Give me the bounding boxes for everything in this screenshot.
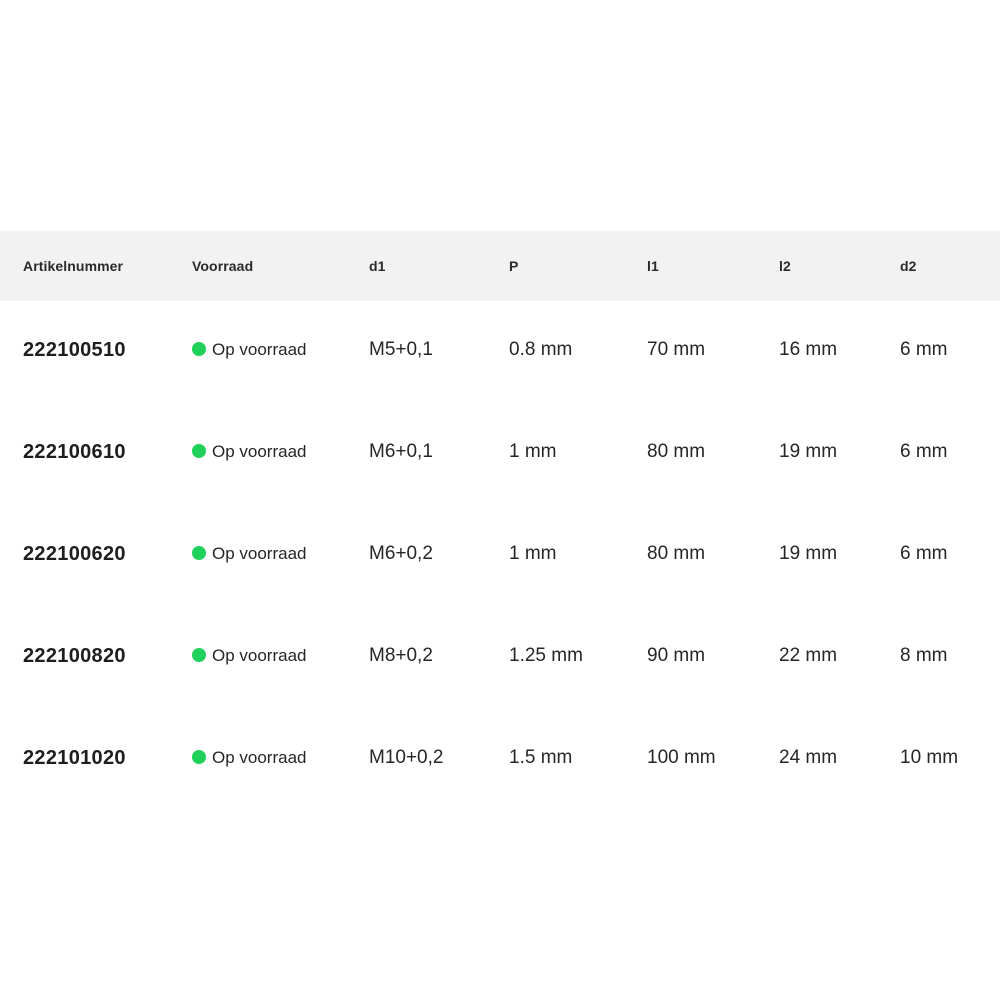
in-stock-dot-icon (192, 546, 206, 560)
d1-cell: M5+0,1 (369, 339, 433, 360)
d1-cell: M6+0,1 (369, 441, 433, 462)
artikelnummer-cell[interactable]: 222100510 (23, 299, 126, 401)
l2-cell: 19 mm (779, 441, 838, 462)
d1-cell: M10+0,2 (369, 747, 444, 768)
d1-cell: M6+0,2 (369, 543, 433, 564)
artikelnummer-cell[interactable]: 222100820 (23, 605, 126, 707)
l1-cell: 100 mm (647, 747, 716, 768)
voorraad-cell: Op voorraad (192, 299, 307, 401)
header-voorraad: Voorraad (192, 258, 254, 274)
product-variants-table: Artikelnummer Voorraad d1 P l1 l2 d2 222… (0, 231, 1000, 811)
l1-cell: 80 mm (647, 543, 706, 564)
l2-cell: 24 mm (779, 747, 838, 768)
artikelnummer-cell[interactable]: 222101020 (23, 707, 126, 809)
table-row[interactable]: 222101020 Op voorraad M10+0,2 1.5 mm 100… (0, 709, 1000, 811)
d2-cell: 8 mm (900, 645, 948, 666)
artikelnummer-cell[interactable]: 222100610 (23, 401, 126, 503)
p-cell: 1 mm (509, 543, 557, 564)
d2-cell: 6 mm (900, 543, 948, 564)
l1-cell: 70 mm (647, 339, 706, 360)
l1-cell: 80 mm (647, 441, 706, 462)
voorraad-cell: Op voorraad (192, 503, 307, 605)
artikelnummer-cell[interactable]: 222100620 (23, 503, 126, 605)
d1-cell: M8+0,2 (369, 645, 433, 666)
voorraad-cell: Op voorraad (192, 605, 307, 707)
stock-status-label: Op voorraad (212, 748, 307, 767)
header-l2: l2 (779, 258, 791, 274)
header-p: P (509, 258, 519, 274)
table-row[interactable]: 222100820 Op voorraad M8+0,2 1.25 mm 90 … (0, 607, 1000, 709)
table-row[interactable]: 222100610 Op voorraad M6+0,1 1 mm 80 mm … (0, 403, 1000, 505)
in-stock-dot-icon (192, 342, 206, 356)
table-row[interactable]: 222100620 Op voorraad M6+0,2 1 mm 80 mm … (0, 505, 1000, 607)
p-cell: 1.25 mm (509, 645, 583, 666)
in-stock-dot-icon (192, 750, 206, 764)
header-artikelnummer: Artikelnummer (23, 258, 124, 274)
header-l1: l1 (647, 258, 659, 274)
header-d2: d2 (900, 258, 917, 274)
table-row[interactable]: 222100510 Op voorraad M5+0,1 0.8 mm 70 m… (0, 301, 1000, 403)
p-cell: 1.5 mm (509, 747, 573, 768)
d2-cell: 10 mm (900, 747, 959, 768)
table-header-row: Artikelnummer Voorraad d1 P l1 l2 d2 (0, 231, 1000, 301)
l2-cell: 22 mm (779, 645, 838, 666)
header-d1: d1 (369, 258, 386, 274)
p-cell: 0.8 mm (509, 339, 573, 360)
in-stock-dot-icon (192, 648, 206, 662)
stock-status-label: Op voorraad (212, 340, 307, 359)
stock-status-label: Op voorraad (212, 442, 307, 461)
voorraad-cell: Op voorraad (192, 401, 307, 503)
l1-cell: 90 mm (647, 645, 706, 666)
stock-status-label: Op voorraad (212, 544, 307, 563)
d2-cell: 6 mm (900, 441, 948, 462)
in-stock-dot-icon (192, 444, 206, 458)
p-cell: 1 mm (509, 441, 557, 462)
d2-cell: 6 mm (900, 339, 948, 360)
l2-cell: 19 mm (779, 543, 838, 564)
l2-cell: 16 mm (779, 339, 838, 360)
voorraad-cell: Op voorraad (192, 707, 307, 809)
stock-status-label: Op voorraad (212, 646, 307, 665)
